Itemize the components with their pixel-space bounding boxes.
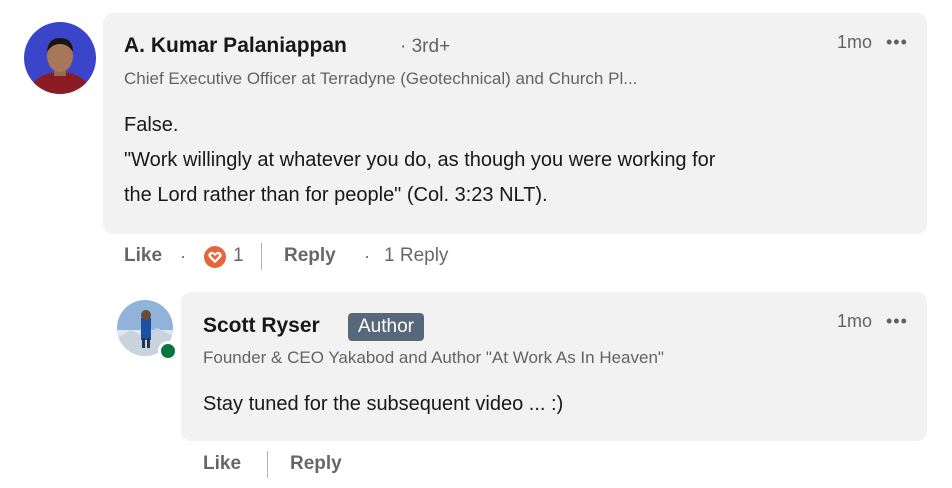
action-divider bbox=[267, 451, 268, 478]
comment-text-line: "Work willingly at whatever you do, as t… bbox=[124, 149, 716, 171]
reply-reply-button[interactable]: Reply bbox=[290, 453, 342, 475]
reply-more-options-icon[interactable]: ••• bbox=[886, 311, 908, 332]
reply-timestamp: 1mo bbox=[837, 311, 873, 331]
comment-like-button[interactable]: Like bbox=[124, 245, 162, 267]
commenter-name[interactable]: A. Kumar Palaniappan bbox=[124, 34, 347, 58]
reply-text: Stay tuned for the subsequent video ... … bbox=[203, 387, 563, 422]
reply-author-headline: Founder & CEO Yakabod and Author "At Wor… bbox=[203, 348, 664, 367]
reply-text-line: Stay tuned for the subsequent video ... … bbox=[203, 393, 564, 415]
comment-more-options-icon[interactable]: ••• bbox=[886, 32, 908, 53]
commenter-headline: Chief Executive Officer at Terradyne (Ge… bbox=[124, 69, 638, 88]
comment-text-line: False. bbox=[124, 114, 179, 136]
online-status-indicator bbox=[158, 341, 178, 361]
connection-degree: · 3rd+ bbox=[400, 36, 451, 57]
comment-text-line: the Lord rather than for people" (Col. 3… bbox=[124, 184, 548, 206]
reaction-count[interactable]: 1 bbox=[233, 245, 244, 267]
comment-text: False. "Work willingly at whatever you d… bbox=[124, 108, 715, 213]
separator-dot: · bbox=[364, 246, 370, 266]
comment-timestamp: 1mo bbox=[837, 32, 873, 52]
replies-count-link[interactable]: 1 Reply bbox=[384, 245, 448, 267]
commenter-avatar[interactable] bbox=[24, 22, 96, 94]
separator-dot: · bbox=[180, 246, 186, 266]
author-badge: Author bbox=[348, 313, 424, 341]
heart-reaction-icon[interactable] bbox=[204, 246, 226, 268]
comment-reply-button[interactable]: Reply bbox=[284, 245, 336, 267]
action-divider bbox=[261, 243, 262, 270]
reply-author-name[interactable]: Scott Ryser bbox=[203, 314, 320, 338]
reply-like-button[interactable]: Like bbox=[203, 453, 241, 475]
